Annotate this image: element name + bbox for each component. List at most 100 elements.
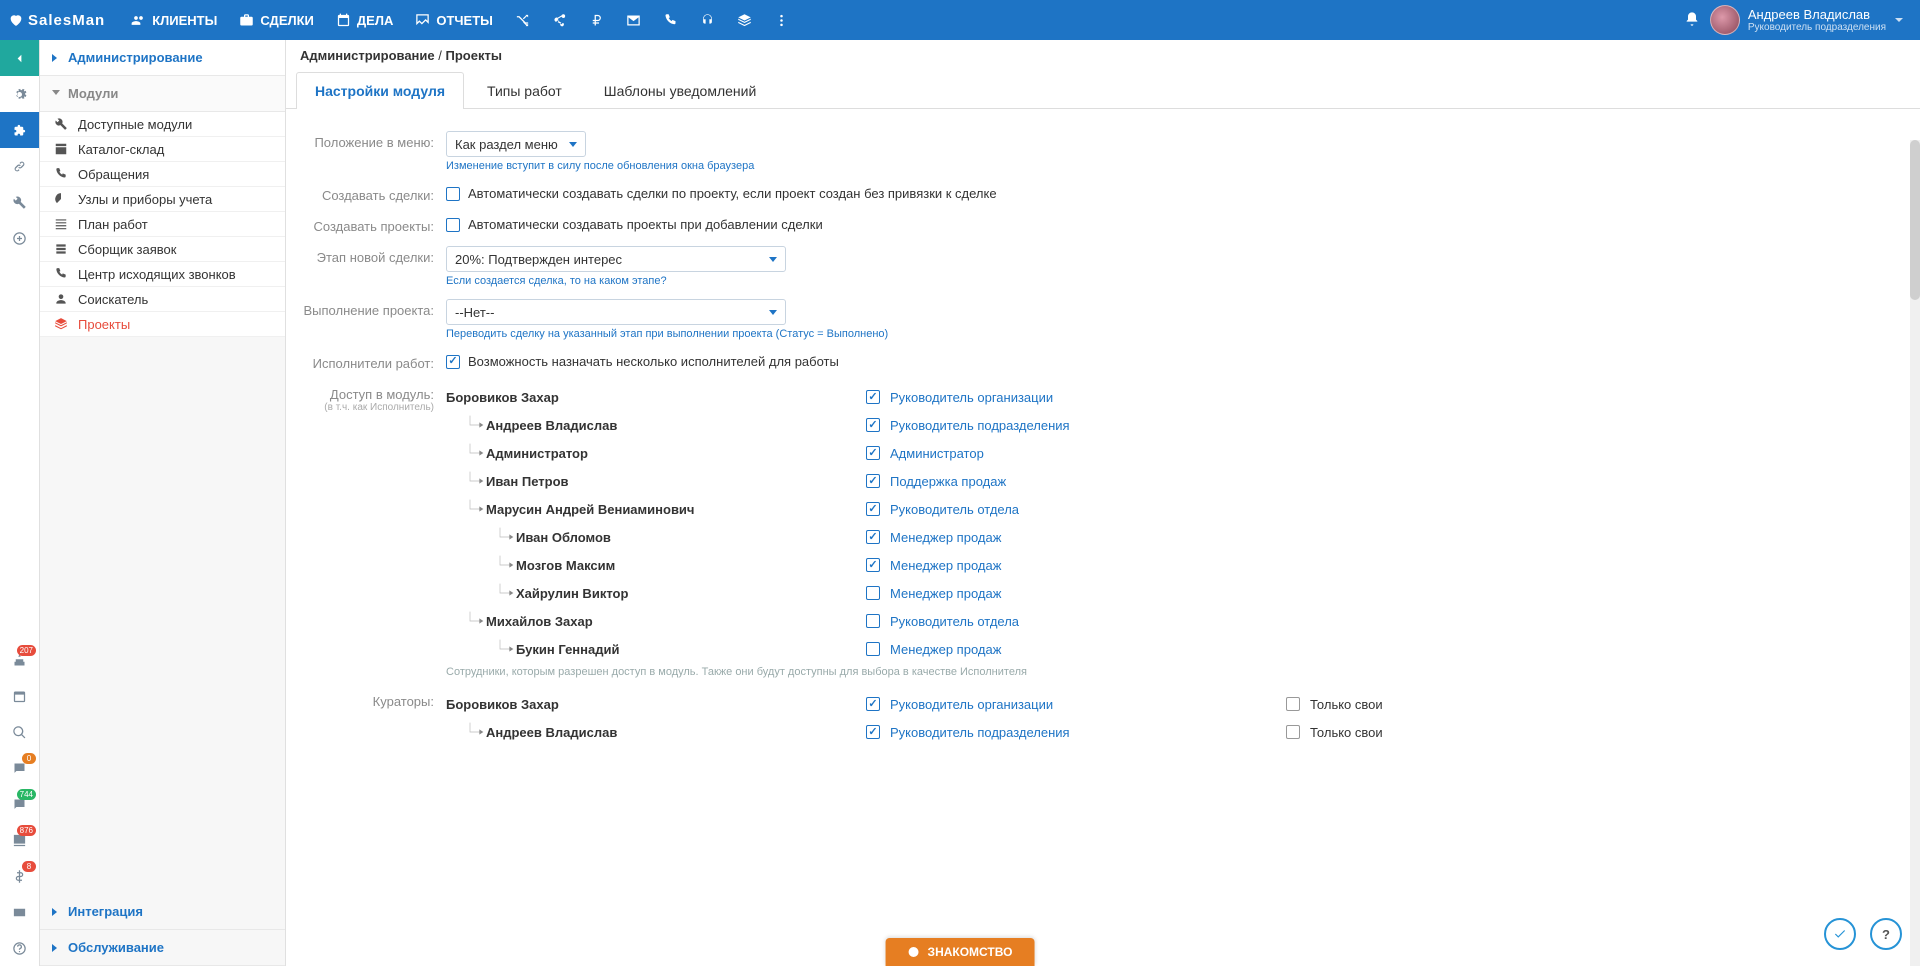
checkbox-role[interactable]: [866, 530, 880, 544]
top-bar: SalesMan КЛИЕНТЫ СДЕЛКИ ДЕЛА ОТЧЕТЫ Андр…: [0, 0, 1920, 40]
nav-reports[interactable]: ОТЧЕТЫ: [405, 0, 503, 40]
rail-search-icon[interactable]: [0, 714, 39, 750]
rail-calendar-icon[interactable]: [0, 678, 39, 714]
rail-puzzle-icon[interactable]: [0, 112, 39, 148]
checkbox-role[interactable]: [866, 446, 880, 460]
sidebar-section-integration[interactable]: Интеграция: [40, 894, 285, 930]
nav-shuffle-icon[interactable]: [505, 0, 540, 40]
notification-bell-icon[interactable]: [1684, 11, 1700, 30]
own-row: Только свои: [1286, 690, 1383, 718]
fab-confirm[interactable]: [1824, 918, 1856, 950]
select-new-stage[interactable]: 20%: Подтвержден интерес: [446, 246, 786, 272]
user-name: Андреев Владислав: [1748, 8, 1886, 22]
role-row: Руководитель подразделения: [866, 411, 1286, 439]
intro-button[interactable]: ЗНАКОМСТВО: [886, 938, 1035, 966]
rail-badge: 207: [17, 645, 36, 656]
checkbox-role[interactable]: [866, 642, 880, 656]
hint: Если создается сделка, то на каком этапе…: [446, 275, 1902, 287]
checkbox-role[interactable]: [866, 725, 880, 739]
sidebar-item-callcenter[interactable]: Центр исходящих звонков: [40, 262, 285, 287]
rail-dollar-icon[interactable]: 8: [0, 858, 39, 894]
fab-help[interactable]: ?: [1870, 918, 1902, 950]
access-user-tree: Боровиков ЗахарАндреев ВладиславАдминист…: [446, 383, 866, 663]
label-create-deals: Создавать сделки:: [296, 184, 446, 203]
tab-worktypes[interactable]: Типы работ: [468, 72, 581, 109]
select-completion[interactable]: --Нет--: [446, 299, 786, 325]
nav-clients[interactable]: КЛИЕНТЫ: [121, 0, 227, 40]
sidebar-item-catalog[interactable]: Каталог-склад: [40, 137, 285, 162]
nav-layers-icon[interactable]: [727, 0, 762, 40]
sidebar-item-requests[interactable]: Обращения: [40, 162, 285, 187]
checkbox-role[interactable]: [866, 390, 880, 404]
own-row: Только свои: [1286, 718, 1383, 746]
scrollbar[interactable]: [1910, 140, 1920, 966]
sidebar-item-applicant[interactable]: Соискатель: [40, 287, 285, 312]
checkbox-role[interactable]: [866, 586, 880, 600]
label-performers: Исполнители работ:: [296, 352, 446, 371]
nav-share-icon[interactable]: [542, 0, 577, 40]
checkbox-role[interactable]: [866, 502, 880, 516]
checkbox-role[interactable]: [866, 614, 880, 628]
tree-user: Хайрулин Виктор: [446, 579, 866, 607]
avatar: [1710, 5, 1740, 35]
checkbox-performers[interactable]: [446, 355, 460, 369]
role-row: Менеджер продаж: [866, 635, 1286, 663]
checkbox-own[interactable]: [1286, 697, 1300, 711]
tab-templates[interactable]: Шаблоны уведомлений: [585, 72, 775, 109]
rail-link-icon[interactable]: [0, 148, 39, 184]
form-scroll[interactable]: Положение в меню: Как раздел меню Измене…: [286, 109, 1920, 966]
nav-phone-icon[interactable]: [653, 0, 688, 40]
role-row: Руководитель организации: [866, 383, 1286, 411]
logo[interactable]: SalesMan: [8, 12, 105, 29]
tree-user: Андреев Владислав: [446, 718, 866, 746]
logo-icon: [8, 12, 24, 28]
nav-mail-icon[interactable]: [616, 0, 651, 40]
rail-tools-icon[interactable]: [0, 184, 39, 220]
checkbox-own[interactable]: [1286, 725, 1300, 739]
curators-own-list: Только своиТолько свои: [1286, 690, 1383, 746]
nav-tasks[interactable]: ДЕЛА: [326, 0, 403, 40]
nav-deals[interactable]: СДЕЛКИ: [229, 0, 324, 40]
sidebar-item-meters[interactable]: Узлы и приборы учета: [40, 187, 285, 212]
checkbox-role[interactable]: [866, 558, 880, 572]
tree-user: Букин Геннадий: [446, 635, 866, 663]
sidebar-section-modules[interactable]: Модули: [40, 76, 285, 112]
curators-user-tree: Боровиков ЗахарАндреев Владислав: [446, 690, 866, 746]
role-row: Менеджер продаж: [866, 523, 1286, 551]
user-menu[interactable]: Андреев Владислав Руководитель подраздел…: [1710, 5, 1912, 35]
role-row: Поддержка продаж: [866, 467, 1286, 495]
rail-birthday-icon[interactable]: 207: [0, 642, 39, 678]
rail-gear-icon[interactable]: [0, 76, 39, 112]
tree-user: Андреев Владислав: [446, 411, 866, 439]
rail-add-icon[interactable]: [0, 220, 39, 256]
checkbox-role[interactable]: [866, 418, 880, 432]
rail-wallet-icon[interactable]: [0, 894, 39, 930]
tree-user: Иван Обломов: [446, 523, 866, 551]
logo-text: SalesMan: [28, 12, 105, 29]
chevron-down-icon: [1894, 13, 1904, 28]
rail-help-icon[interactable]: [0, 930, 39, 966]
tab-settings[interactable]: Настройки модуля: [296, 72, 464, 109]
nav-more-icon[interactable]: [764, 0, 799, 40]
sidebar-section-service[interactable]: Обслуживание: [40, 930, 285, 966]
rail-msg-icon[interactable]: 744: [0, 786, 39, 822]
rail-inbox-icon[interactable]: 876: [0, 822, 39, 858]
tree-user: Михайлов Захар: [446, 607, 866, 635]
sidebar-item-workplan[interactable]: План работ: [40, 212, 285, 237]
sidebar-item-modules[interactable]: Доступные модули: [40, 112, 285, 137]
nav-ruble-icon[interactable]: [579, 0, 614, 40]
nav-support-icon[interactable]: [690, 0, 725, 40]
checkbox-role[interactable]: [866, 697, 880, 711]
checkbox-role[interactable]: [866, 474, 880, 488]
checkbox-create-projects[interactable]: [446, 218, 460, 232]
select-menu-pos[interactable]: Как раздел меню: [446, 131, 586, 157]
hint: Переводить сделку на указанный этап при …: [446, 328, 1902, 340]
sidebar-item-projects[interactable]: Проекты: [40, 312, 285, 337]
rail-back[interactable]: [0, 40, 39, 76]
tree-user: Боровиков Захар: [446, 690, 866, 718]
sidebar-item-collector[interactable]: Сборщик заявок: [40, 237, 285, 262]
hint: Сотрудники, которым разрешен доступ в мо…: [446, 666, 1902, 678]
checkbox-create-deals[interactable]: [446, 187, 460, 201]
sidebar-section-admin[interactable]: Администрирование: [40, 40, 285, 76]
rail-chat-icon[interactable]: 0: [0, 750, 39, 786]
